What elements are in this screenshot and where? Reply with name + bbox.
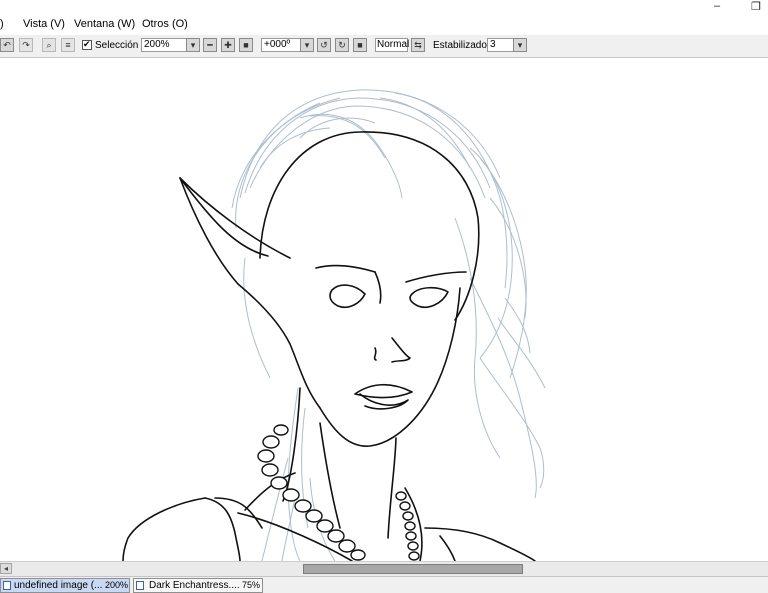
zoom-field[interactable]: 200% xyxy=(141,38,187,52)
zoom-out-button[interactable]: ━ xyxy=(203,38,217,52)
chevron-left-icon: ◂ xyxy=(3,564,8,573)
rotate-left-button[interactable]: ↺ xyxy=(317,38,331,52)
zoom-in-button[interactable]: ✚ xyxy=(221,38,235,52)
horizontal-scrollbar[interactable]: ◂ xyxy=(0,561,768,576)
redo-icon: ↷ xyxy=(22,39,30,50)
scroll-left-button[interactable]: ◂ xyxy=(0,563,12,574)
document-icon xyxy=(3,581,11,590)
undo-button[interactable]: ↶ xyxy=(0,38,14,52)
square-icon: ■ xyxy=(357,39,363,50)
square-icon: ■ xyxy=(243,39,249,50)
necklace-beads xyxy=(257,424,420,561)
document-tab-zoom: 200% xyxy=(105,580,129,590)
document-tab-inactive[interactable]: Dark Enchantress.... 75% xyxy=(133,578,263,593)
drawing-canvas[interactable] xyxy=(0,58,768,561)
chevron-down-icon: ▾ xyxy=(304,39,310,50)
menu-item-ventana[interactable]: Ventana (W) xyxy=(74,18,135,30)
restore-button[interactable]: ❐ xyxy=(751,0,761,13)
rotate-reset-button[interactable]: ■ xyxy=(353,38,367,52)
grid-icon: ≡ xyxy=(65,39,71,50)
chevron-down-icon: ▾ xyxy=(517,39,523,50)
stabilizer-dropdown-button[interactable]: ▾ xyxy=(513,38,527,52)
rotate-right-icon: ↻ xyxy=(338,39,346,50)
zoom-reset-button[interactable]: ■ xyxy=(239,38,253,52)
stabilizer-field[interactable]: 3 xyxy=(487,38,514,52)
zoom-tool-icon: ⌕ xyxy=(46,39,52,50)
redo-button[interactable]: ↷ xyxy=(19,38,33,52)
line-art-illustration xyxy=(122,89,546,561)
document-tab-zoom: 75% xyxy=(242,580,261,590)
tool-button-b[interactable]: ≡ xyxy=(61,38,75,52)
flip-button[interactable]: ⇆ xyxy=(411,38,425,52)
checkmark-icon: ✔ xyxy=(83,39,91,49)
document-tab-name: undefined image (... xyxy=(14,580,103,591)
toolbar: ↶ ↷ ⌕ ≡ ✔ Selección 200% ▾ ━ ✚ ■ +000º ▾… xyxy=(0,35,768,58)
plus-icon: ✚ xyxy=(224,39,232,50)
rotate-left-icon: ↺ xyxy=(320,39,328,50)
rotate-right-button[interactable]: ↻ xyxy=(335,38,349,52)
scroll-thumb[interactable] xyxy=(303,564,523,574)
menu-bar: ) Vista (V) Ventana (W) Otros (O) – ❐ xyxy=(0,0,768,34)
document-tab-name: Dark Enchantress.... xyxy=(149,580,240,591)
document-tab-bar: undefined image (... 200% Dark Enchantre… xyxy=(0,576,768,593)
tool-button-a[interactable]: ⌕ xyxy=(42,38,56,52)
selection-checkbox[interactable]: ✔ xyxy=(82,39,92,50)
line-art xyxy=(122,131,536,561)
rotation-field[interactable]: +000º xyxy=(261,38,301,52)
undo-icon: ↶ xyxy=(3,39,11,50)
document-tab-active[interactable]: undefined image (... 200% xyxy=(0,578,130,593)
stabilizer-label: Estabilizador xyxy=(433,40,491,51)
rotation-dropdown-button[interactable]: ▾ xyxy=(300,38,314,52)
document-icon xyxy=(136,581,144,590)
chevron-down-icon: ▾ xyxy=(190,39,196,50)
minimize-button[interactable]: – xyxy=(714,0,720,12)
flip-icon: ⇆ xyxy=(414,39,422,50)
zoom-dropdown-button[interactable]: ▾ xyxy=(186,38,200,52)
menu-item-otros[interactable]: Otros (O) xyxy=(142,18,188,30)
menu-item-vista[interactable]: Vista (V) xyxy=(23,18,65,30)
minus-icon: ━ xyxy=(207,39,213,50)
menu-item-partial[interactable]: ) xyxy=(0,18,4,30)
blend-mode-field[interactable]: Normal xyxy=(375,38,409,52)
selection-label: Selección xyxy=(95,40,139,51)
